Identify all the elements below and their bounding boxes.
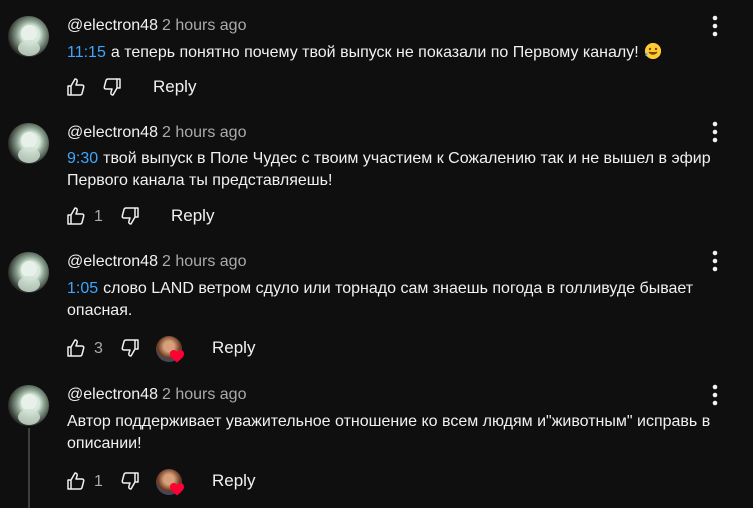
author-name[interactable]: @electron48 — [67, 17, 158, 34]
thumb-up-icon[interactable] — [66, 77, 86, 97]
rolling-laughing-emoji-icon — [644, 43, 661, 59]
thumb-down-icon[interactable] — [120, 471, 140, 491]
author-name[interactable]: @electron48 — [67, 253, 158, 270]
reply-button[interactable]: Reply — [171, 206, 214, 226]
comment-body: Автор поддерживает уважительное отношени… — [67, 413, 711, 452]
reply-button[interactable]: Reply — [153, 77, 196, 97]
author-avatar[interactable] — [8, 252, 49, 293]
thumb-up-icon[interactable] — [66, 206, 86, 226]
author-name[interactable]: @electron48 — [67, 124, 158, 141]
more-vert-icon[interactable] — [704, 383, 726, 407]
comment-body: слово LAND ветром сдуло или торнадо сам … — [67, 280, 694, 319]
comment-header: @electron48 2 hours ago — [67, 123, 246, 143]
timestamp-link[interactable]: 1:05 — [67, 280, 98, 297]
comment-actions: 1 Reply — [66, 469, 746, 496]
like-count: 1 — [94, 208, 103, 225]
more-vert-icon[interactable] — [704, 14, 726, 38]
author-avatar[interactable] — [8, 123, 49, 164]
thumb-down-icon[interactable] — [120, 338, 140, 358]
comment-time[interactable]: 2 hours ago — [162, 17, 247, 34]
like-count: 3 — [94, 340, 103, 357]
comment-actions: Reply — [66, 77, 746, 101]
comment-time[interactable]: 2 hours ago — [162, 386, 247, 403]
comment-body: а теперь понятно почему твой выпуск не п… — [110, 44, 639, 61]
creator-heart-badge[interactable] — [154, 467, 188, 499]
timestamp-link[interactable]: 9:30 — [67, 150, 98, 167]
timestamp-link[interactable]: 11:15 — [67, 44, 106, 61]
reply-button[interactable]: Reply — [212, 471, 255, 491]
thumb-up-icon[interactable] — [66, 471, 86, 491]
comment-header: @electron48 2 hours ago — [67, 16, 246, 36]
comment-time[interactable]: 2 hours ago — [162, 124, 247, 141]
comment-actions: 3 Reply — [66, 336, 746, 363]
creator-heart-badge[interactable] — [154, 334, 188, 366]
thumb-down-icon[interactable] — [120, 206, 140, 226]
like-count: 1 — [94, 473, 103, 490]
comment-header: @electron48 2 hours ago — [67, 385, 246, 405]
more-vert-icon[interactable] — [704, 120, 726, 144]
thumb-up-icon[interactable] — [66, 338, 86, 358]
author-name[interactable]: @electron48 — [67, 386, 158, 403]
comment-body: твой выпуск в Поле Чудес с твоим участие… — [67, 150, 711, 189]
comment-header: @electron48 2 hours ago — [67, 252, 246, 272]
comment-text: 9:30 твой выпуск в Поле Чудес с твоим уча… — [67, 148, 737, 192]
comment-time[interactable]: 2 hours ago — [162, 253, 247, 270]
reply-button[interactable]: Reply — [212, 338, 255, 358]
author-avatar[interactable] — [8, 385, 49, 426]
more-vert-icon[interactable] — [704, 249, 726, 273]
comment-actions: 1 Reply — [66, 206, 746, 230]
comment-text: 11:15 а теперь понятно почему твой выпуск… — [67, 42, 737, 64]
thumb-down-icon[interactable] — [102, 77, 122, 97]
heart-icon — [170, 483, 184, 496]
comment-text: Автор поддерживает уважительное отношени… — [67, 411, 737, 455]
comment-text: 1:05 слово LAND ветром сдуло или торнадо … — [67, 278, 737, 322]
reply-thread-line — [28, 428, 30, 508]
heart-icon — [170, 350, 184, 363]
author-avatar[interactable] — [8, 16, 49, 57]
